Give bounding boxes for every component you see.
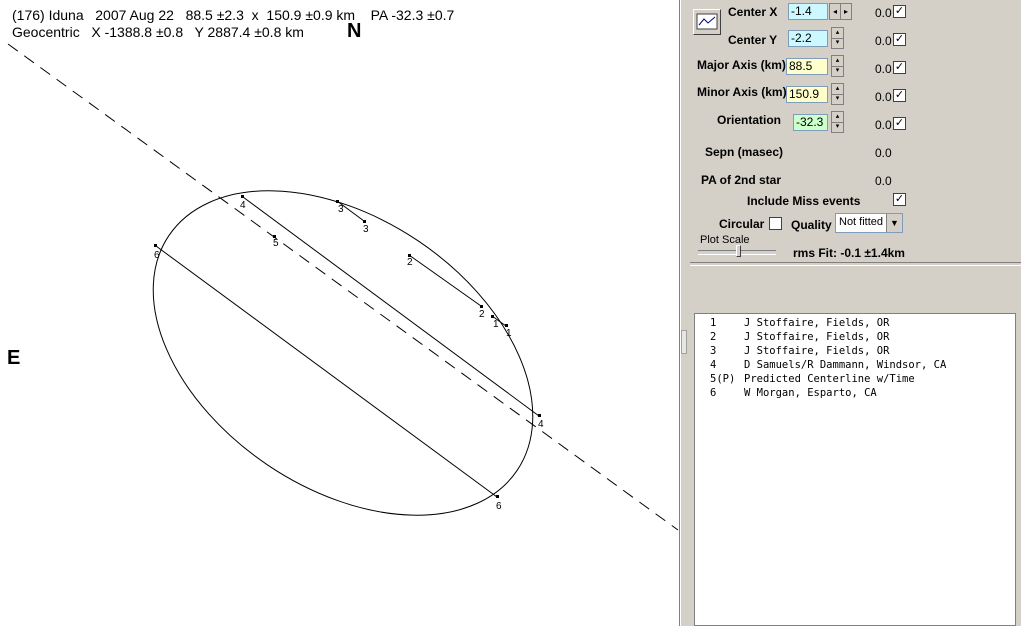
center-x-sigma: 0.0 bbox=[875, 6, 892, 20]
major-axis-sigma: 0.0 bbox=[875, 62, 892, 76]
observer-name: J Stoffaire, Fields, OR bbox=[744, 345, 890, 357]
orientation-checkbox[interactable]: ✓ bbox=[893, 117, 906, 130]
observer-name: Predicted Centerline w/Time bbox=[744, 373, 915, 385]
observer-id: 6 bbox=[710, 387, 717, 399]
center-y-checkbox[interactable]: ✓ bbox=[893, 33, 906, 46]
center-y-spinner[interactable]: ▴ ▾ bbox=[831, 27, 844, 49]
plot-scale-thumb[interactable] bbox=[736, 245, 741, 257]
observer-id: 1 bbox=[710, 317, 717, 329]
circular-label: Circular bbox=[719, 217, 765, 231]
center-y-sigma: 0.0 bbox=[875, 34, 892, 48]
list-item[interactable]: 2 J Stoffaire, Fields, OR bbox=[710, 331, 889, 343]
observer-name: J Stoffaire, Fields, OR bbox=[744, 331, 890, 343]
chord-2 bbox=[408, 254, 482, 307]
spin-down-icon[interactable]: ▾ bbox=[832, 38, 843, 48]
sepn-value: 0.0 bbox=[875, 146, 892, 160]
fitted-ellipse bbox=[152, 190, 534, 516]
observer-id: 5(P) bbox=[710, 373, 736, 385]
major-axis-checkbox[interactable]: ✓ bbox=[893, 61, 906, 74]
list-item[interactable]: 1 J Stoffaire, Fields, OR bbox=[710, 317, 889, 329]
sepn-label: Sepn (masec) bbox=[705, 145, 784, 159]
quality-select[interactable]: Not fitted ▼ bbox=[835, 213, 903, 233]
chord-label: 4 bbox=[240, 200, 246, 211]
spin-down-icon[interactable]: ▾ bbox=[832, 66, 843, 76]
observer-name: J Stoffaire, Fields, OR bbox=[744, 317, 890, 329]
splitter[interactable] bbox=[680, 0, 688, 626]
center-x-field[interactable]: -1.4 bbox=[788, 3, 828, 20]
observer-name: W Morgan, Esparto, CA bbox=[744, 387, 877, 399]
orientation-sigma: 0.0 bbox=[875, 118, 892, 132]
plot-canvas: 1 1 2 2 3 3 4 4 5 6 6 bbox=[7, 43, 679, 531]
list-item[interactable]: 6 W Morgan, Esparto, CA bbox=[710, 387, 877, 399]
observer-id: 2 bbox=[710, 331, 717, 343]
center-y-field[interactable]: -2.2 bbox=[788, 30, 828, 47]
center-x-label: Center X bbox=[728, 5, 778, 19]
pa-2nd-star-label: PA of 2nd star bbox=[701, 173, 782, 187]
observer-id: 4 bbox=[710, 359, 717, 371]
chord-label: 2 bbox=[407, 257, 413, 268]
chord-label: 1 bbox=[506, 328, 512, 339]
minor-axis-label: Minor Axis (km) bbox=[697, 85, 787, 99]
pa-2nd-star-value: 0.0 bbox=[875, 174, 892, 188]
circular-checkbox[interactable] bbox=[769, 217, 782, 230]
chord-label: 6 bbox=[154, 250, 160, 261]
center-x-checkbox[interactable]: ✓ bbox=[893, 5, 906, 18]
panel-divider bbox=[690, 262, 1021, 266]
chord-label: 2 bbox=[479, 309, 485, 320]
rms-fit: rms Fit: -0.1 ±1.4km bbox=[793, 246, 905, 260]
chord-4 bbox=[242, 196, 540, 417]
plot-scale-label: Plot Scale bbox=[700, 234, 750, 246]
observer-name: D Samuels/R Dammann, Windsor, CA bbox=[744, 359, 947, 371]
minor-axis-field[interactable]: 150.9 bbox=[786, 86, 828, 103]
chord-label: 5 bbox=[273, 238, 279, 249]
plot-fit-button[interactable] bbox=[693, 9, 721, 35]
include-miss-checkbox[interactable]: ✓ bbox=[893, 193, 906, 206]
include-miss-label: Include Miss events bbox=[747, 194, 861, 208]
spin-down-icon[interactable]: ▾ bbox=[832, 94, 843, 104]
chevron-down-icon[interactable]: ▼ bbox=[886, 214, 902, 232]
spin-down-icon[interactable]: ▾ bbox=[832, 122, 843, 132]
chord-label: 3 bbox=[363, 224, 369, 235]
minor-axis-spinner[interactable]: ▴ ▾ bbox=[831, 83, 844, 105]
orientation-label: Orientation bbox=[717, 113, 782, 127]
center-y-label: Center Y bbox=[728, 33, 778, 47]
predicted-path-line bbox=[7, 43, 679, 531]
chart-icon bbox=[696, 13, 718, 30]
chord-label: 6 bbox=[496, 501, 502, 512]
quality-value: Not fitted bbox=[839, 216, 884, 228]
major-axis-field[interactable]: 88.5 bbox=[786, 58, 828, 75]
chord-6 bbox=[155, 245, 498, 498]
fit-panel: Center X -1.4 ◂ ▸ 0.0 ✓ Center Y -2.2 ▴ ▾… bbox=[690, 0, 1021, 626]
observer-list[interactable]: 1 J Stoffaire, Fields, OR 2 J Stoffaire, F… bbox=[694, 313, 1016, 626]
minor-axis-sigma: 0.0 bbox=[875, 90, 892, 104]
splitter-handle[interactable] bbox=[681, 330, 687, 354]
orientation-field[interactable]: -32.3 bbox=[793, 114, 828, 131]
observer-id: 3 bbox=[710, 345, 717, 357]
chord-endpoints bbox=[154, 195, 541, 498]
occultation-plot[interactable]: (176) Iduna 2007 Aug 22 88.5 ±2.3 x 150.… bbox=[0, 0, 680, 626]
minor-axis-checkbox[interactable]: ✓ bbox=[893, 89, 906, 102]
list-item[interactable]: 4 D Samuels/R Dammann, Windsor, CA bbox=[710, 359, 946, 371]
orientation-spinner[interactable]: ▴ ▾ bbox=[831, 111, 844, 133]
major-axis-spinner[interactable]: ▴ ▾ bbox=[831, 55, 844, 77]
quality-label: Quality bbox=[791, 218, 832, 232]
center-x-spin-right[interactable]: ▸ bbox=[840, 3, 852, 20]
list-item[interactable]: 5(P) Predicted Centerline w/Time bbox=[710, 373, 915, 385]
chord-label: 3 bbox=[338, 204, 344, 215]
chord-label: 4 bbox=[538, 419, 544, 430]
chord-label: 1 bbox=[493, 319, 499, 330]
major-axis-label: Major Axis (km) bbox=[697, 58, 786, 72]
list-item[interactable]: 3 J Stoffaire, Fields, OR bbox=[710, 345, 889, 357]
